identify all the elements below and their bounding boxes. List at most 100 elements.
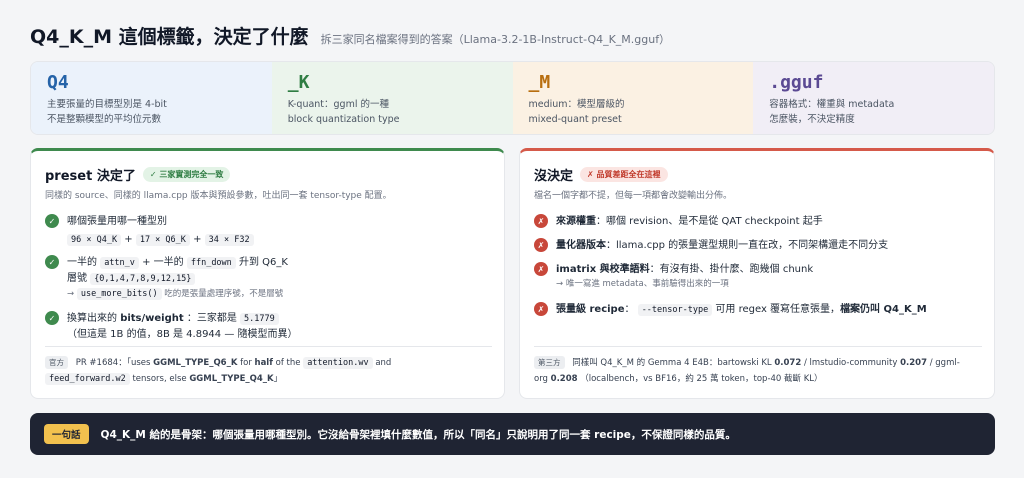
- item-note: → use_more_bits() 吃的是張量處理序號，不是層號: [67, 287, 288, 302]
- text: + 一半的: [142, 257, 184, 268]
- text: ：: [624, 304, 635, 315]
- bold-text: 來源權重: [556, 216, 596, 227]
- card-footer: 第三方 同樣叫 Q4_K_M 的 Gemma 4 E4B：bartowski K…: [534, 346, 982, 387]
- layer-list: 層號 {0,1,4,7,8,9,12,15}: [67, 271, 288, 287]
- undecided-card: 沒決定 ✗ 品質差距全在這裡 檔名一個字都不提，但每一項都會改變輸出分佈。 ✗ …: [519, 148, 995, 399]
- tensor-name: ffn_down: [186, 257, 236, 269]
- token-desc-line: 怎麼裝，不決定精度: [769, 114, 855, 125]
- check-icon: ✓: [45, 311, 59, 325]
- layer-numbers: {0,1,4,7,8,9,12,15}: [90, 273, 196, 285]
- tensor-name: feed_forward.w2: [45, 373, 130, 385]
- token-desc: medium：模型層級的 mixed-quant preset: [529, 97, 740, 127]
- tensor-name: attn_v: [100, 257, 139, 269]
- card-header: preset 決定了 ✓ 三家實測完全一致: [45, 165, 231, 184]
- plus-sign: +: [124, 234, 133, 245]
- token-desc-line: 容器格式：權重與 metadata: [769, 99, 895, 110]
- check-icon: ✓: [45, 214, 59, 228]
- text: for: [240, 358, 252, 368]
- status-badge: ✗ 品質差距全在這裡: [580, 167, 668, 182]
- list-item: ✗ 來源權重：哪個 revision、是不是從 QAT checkpoint 起…: [534, 214, 984, 229]
- token-desc-line: medium：模型層級的: [528, 99, 625, 110]
- card-subtitle: 同樣的 source、同樣的 llama.cpp 版本與預設參數，吐出同一套 t…: [45, 191, 392, 201]
- token-gguf: .gguf 容器格式：權重與 metadata 怎麼裝，不決定精度: [753, 62, 994, 134]
- item-note: → 唯一寫進 metadata、事前驗得出來的一項: [556, 279, 729, 289]
- tensor-counts: 96 × Q4_K + 17 × Q6_K + 34 × F32: [67, 232, 254, 248]
- card-header: 沒決定 ✗ 品質差距全在這裡: [534, 165, 668, 184]
- card-title: preset 決定了: [45, 169, 136, 184]
- bold-text: imatrix 與校準語料: [556, 264, 650, 275]
- kl-value: 0.207: [900, 358, 928, 368]
- token-name: .gguf: [769, 72, 824, 93]
- function-name: use_more_bits(): [76, 288, 162, 300]
- text: PR #1684：「uses: [75, 358, 151, 368]
- token-desc: 主要張量的目標型別是 4-bit 不是整顆模型的平均位元數: [47, 97, 258, 127]
- summary-text: Q4_K_M 給的是骨架：哪個張量用哪種型別。它沒給骨架裡填什麼數值，所以「同名…: [100, 428, 736, 441]
- item-title: 換算出來的 bits/weight ：三家都是 5.1779: [67, 311, 298, 327]
- bits-value: 5.1779: [240, 313, 279, 325]
- text: / lmstudio-community: [803, 358, 898, 368]
- list-item: ✗ imatrix 與校準語料：有沒有掛、掛什麼、跑幾個 chunk → 唯一寫…: [534, 262, 984, 292]
- text: 換算出來的: [67, 313, 117, 324]
- item-title: 一半的 attn_v + 一半的 ffn_down 升到 Q6_K: [67, 255, 288, 271]
- text: and: [375, 358, 392, 368]
- text: ：有沒有掛、掛什麼、跑幾個 chunk: [649, 264, 814, 275]
- text: 吃的是張量處理序號，不是層號: [164, 289, 284, 299]
- token-m: _M medium：模型層級的 mixed-quant preset: [512, 62, 754, 134]
- bold-text: GGML_TYPE_Q4_K: [189, 374, 274, 384]
- source-tag: 第三方: [534, 356, 565, 369]
- kl-value: 0.072: [774, 358, 802, 368]
- text: 升到 Q6_K: [238, 257, 288, 268]
- token-desc-line: mixed-quant preset: [528, 114, 622, 125]
- cross-icon: ✗: [534, 238, 548, 252]
- text: ：llama.cpp 的張量選型規則一直在改，不同架構還走不同分支: [606, 240, 889, 251]
- summary-pill: 一句話: [44, 424, 89, 444]
- text: of the: [275, 358, 301, 368]
- token-q4: Q4 主要張量的目標型別是 4-bit 不是整顆模型的平均位元數: [31, 62, 272, 134]
- arrow-icon: →: [67, 289, 75, 299]
- plus-sign: +: [193, 234, 202, 245]
- text: 」: [273, 374, 283, 384]
- kl-value: 0.208: [550, 374, 578, 384]
- page-subtitle: 拆三家同名檔案得到的答案（Llama-3.2-1B-Instruct-Q4_K_…: [320, 33, 671, 46]
- text: 同樣叫 Q4_K_M 的 Gemma 4 E4B：bartowski KL: [572, 358, 772, 368]
- check-icon: ✓: [45, 255, 59, 269]
- cross-icon: ✗: [534, 302, 548, 316]
- token-desc: K-quant：ggml 的一種 block quantization type: [288, 97, 499, 127]
- bold-text: bits/weight: [120, 313, 184, 324]
- cli-flag: --tensor-type: [637, 304, 713, 316]
- item-detail: （但這是 1B 的值，8B 是 4.8944 — 隨模型而異）: [67, 329, 298, 340]
- bold-text: 張量級 recipe: [556, 304, 625, 315]
- card-title: 沒決定: [534, 169, 574, 184]
- tensor-count: 34 × F32: [204, 234, 254, 246]
- status-badge: ✓ 三家實測完全一致: [142, 167, 231, 182]
- card-footer: 官方 PR #1684：「uses GGML_TYPE_Q6_K for hal…: [45, 346, 492, 387]
- cross-icon: ✗: [534, 214, 548, 228]
- token-k: _K K-quant：ggml 的一種 block quantization t…: [271, 62, 513, 134]
- bold-text: GGML_TYPE_Q6_K: [153, 358, 238, 368]
- token-breakdown: Q4 主要張量的目標型別是 4-bit 不是整顆模型的平均位元數 _K K-qu…: [30, 61, 995, 135]
- token-desc-line: 主要張量的目標型別是 4-bit: [47, 99, 167, 110]
- token-desc-line: block quantization type: [287, 114, 400, 125]
- bold-text: 檔案仍叫 Q4_K_M: [840, 304, 927, 315]
- item-title: 哪個張量用哪一種型別: [67, 216, 167, 227]
- list-item: ✗ 張量級 recipe： --tensor-type 可用 regex 覆寫任…: [534, 302, 984, 318]
- list-item: ✓ 哪個張量用哪一種型別 96 × Q4_K + 17 × Q6_K + 34 …: [45, 214, 494, 248]
- bold-text: half: [254, 358, 273, 368]
- text: 可用 regex 覆寫任意張量，: [715, 304, 841, 315]
- token-name: _K: [287, 72, 310, 93]
- text: tensors, else: [132, 374, 187, 384]
- text: 一半的: [67, 257, 97, 268]
- summary-banner: 一句話 Q4_K_M 給的是骨架：哪個張量用哪種型別。它沒給骨架裡填什麼數值，所…: [30, 413, 995, 455]
- text: ：三家都是: [186, 313, 237, 324]
- card-subtitle: 檔名一個字都不提，但每一項都會改變輸出分佈。: [534, 191, 733, 201]
- text: / ggml-: [929, 358, 960, 368]
- list-item: ✓ 換算出來的 bits/weight ：三家都是 5.1779 （但這是 1B…: [45, 311, 494, 342]
- token-desc-line: K-quant：ggml 的一種: [287, 99, 390, 110]
- page-title: Q4_K_M 這個標籤，決定了什麼: [30, 26, 309, 48]
- token-desc-line: 不是整顆模型的平均位元數: [47, 114, 162, 125]
- tensor-count: 96 × Q4_K: [67, 234, 122, 246]
- token-desc: 容器格式：權重與 metadata 怎麼裝，不決定精度: [769, 97, 980, 127]
- source-tag: 官方: [45, 356, 68, 369]
- page-header: Q4_K_M 這個標籤，決定了什麼 拆三家同名檔案得到的答案（Llama-3.2…: [30, 22, 670, 50]
- tensor-name: attention.wv: [303, 357, 373, 369]
